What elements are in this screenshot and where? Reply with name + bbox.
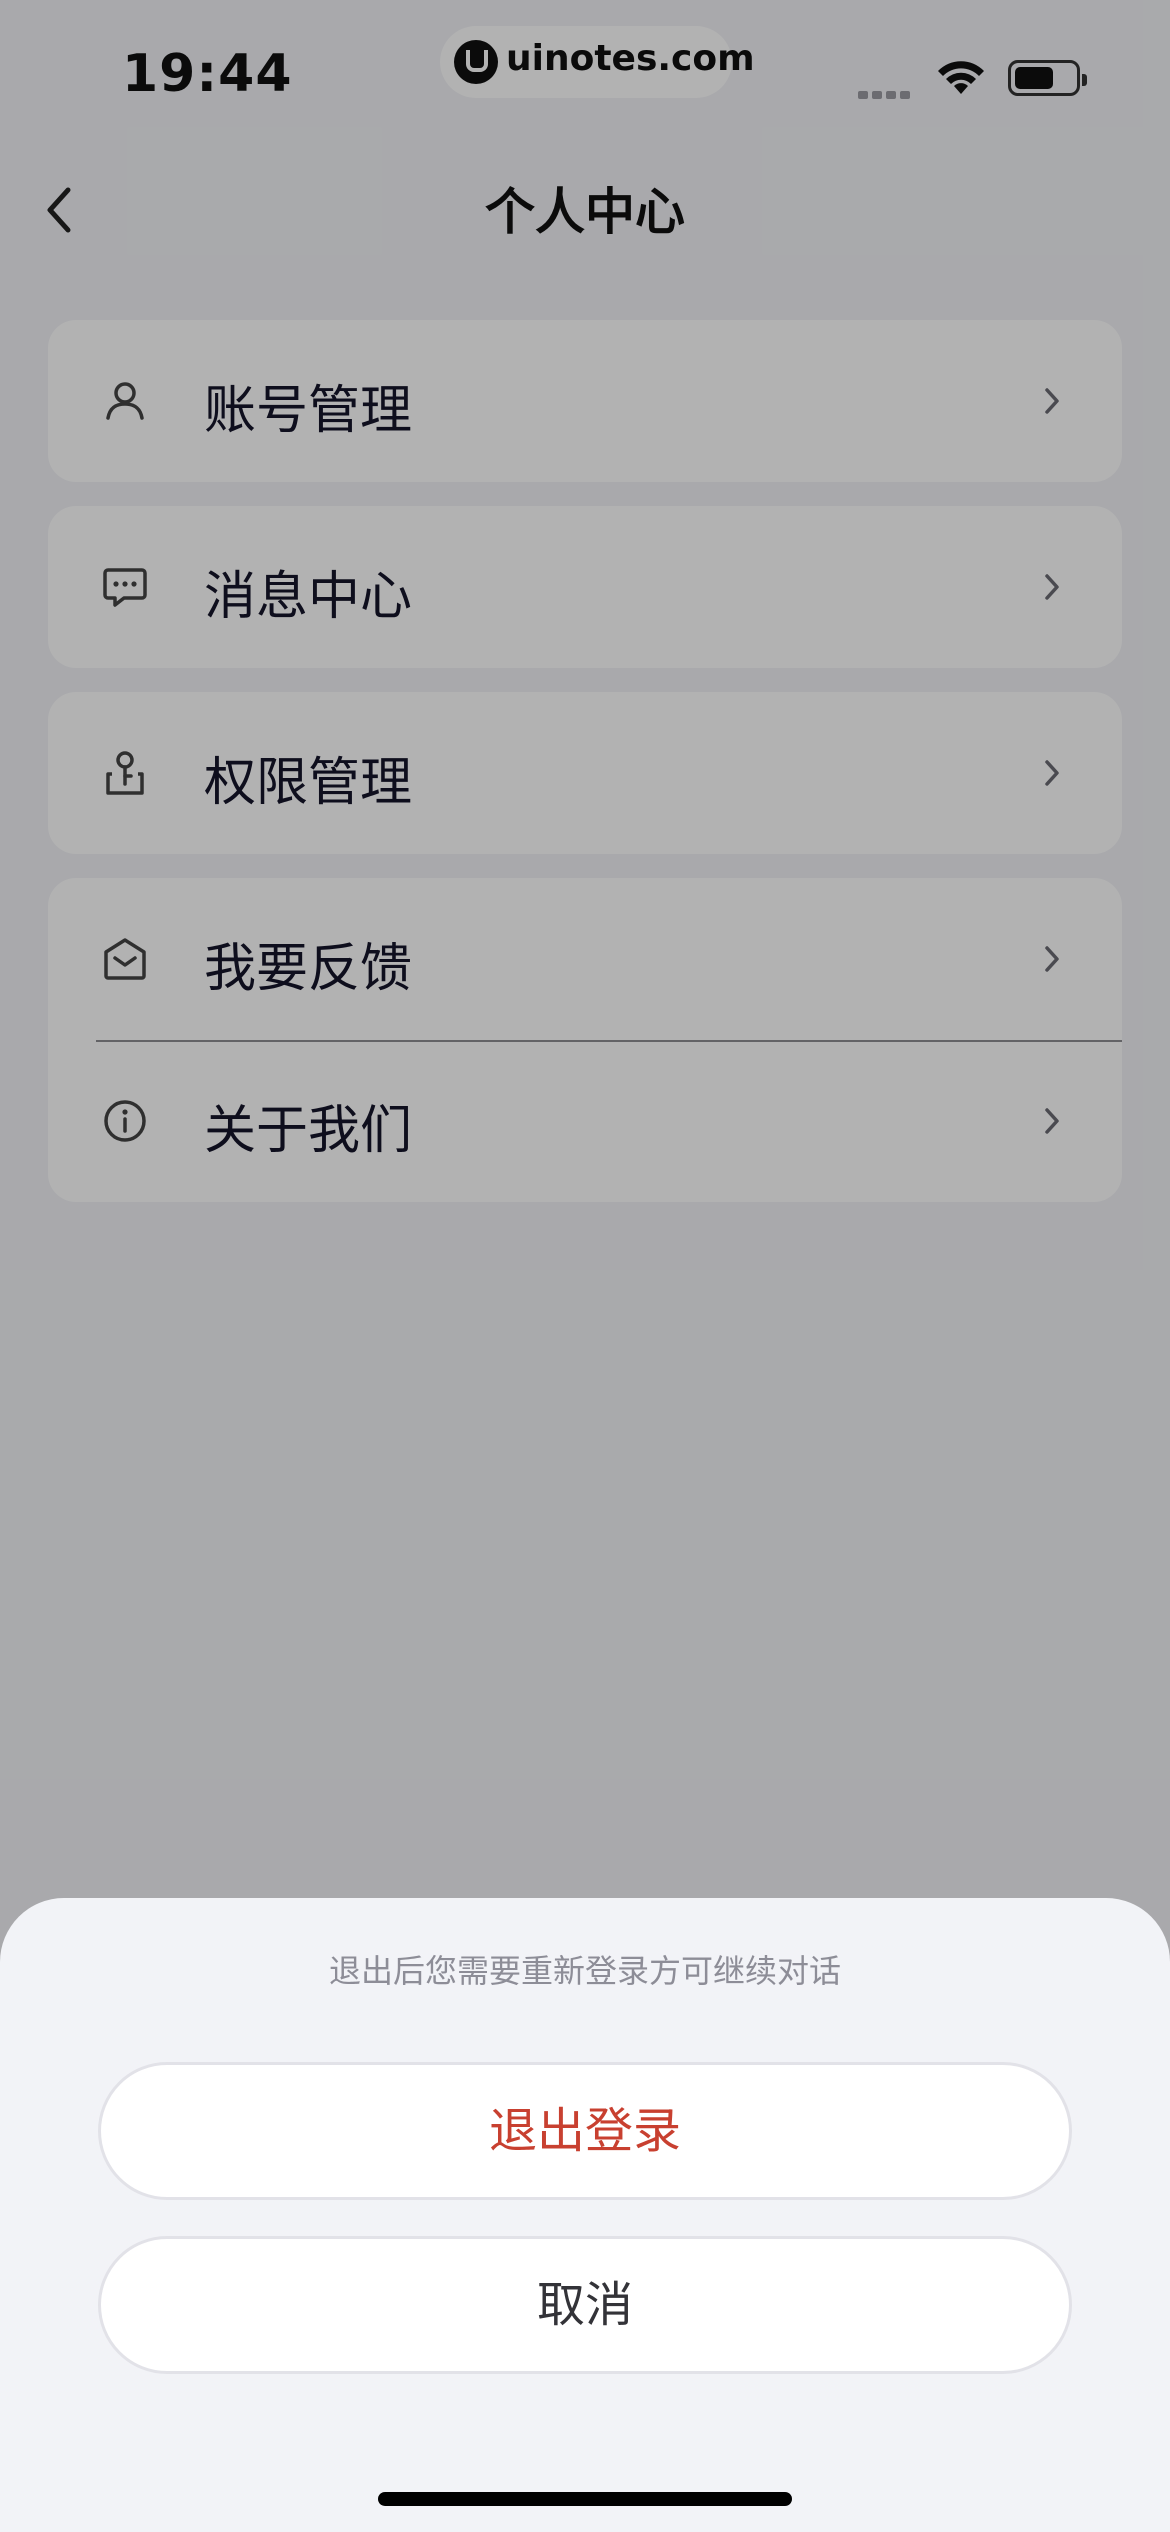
logout-tip-text: 退出后您需要重新登录方可继续对话 <box>328 1952 841 1990</box>
cancel-button[interactable]: 取消 <box>98 2236 1072 2374</box>
logout-button[interactable]: 退出登录 <box>98 2062 1072 2200</box>
logout-action-sheet: 退出后您需要重新登录方可继续对话 退出登录 取消 <box>0 1898 1170 2532</box>
home-indicator <box>378 2492 792 2506</box>
personal-center-screen: 19:44 uinotes.com 个人中心 账号管理 消息中心 权限管理 我要… <box>0 0 1170 2532</box>
